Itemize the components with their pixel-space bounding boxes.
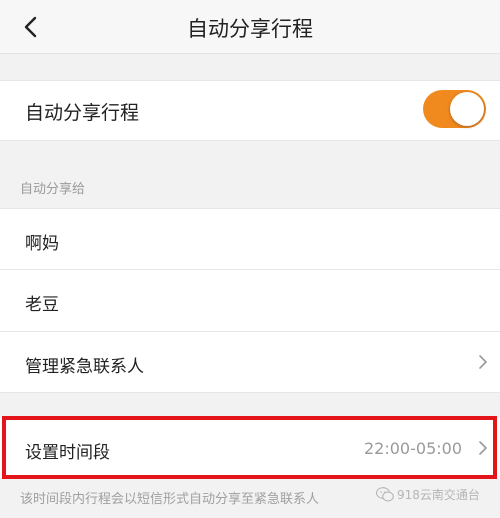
manage-contacts-label: 管理紧急联系人 — [25, 357, 144, 377]
divider — [0, 392, 500, 393]
contact-row[interactable]: 啊妈 — [0, 209, 500, 269]
divider — [0, 80, 500, 81]
highlight-box — [2, 416, 497, 479]
contact-row[interactable]: 老豆 — [0, 270, 500, 331]
chevron-right-icon — [479, 355, 487, 369]
footnote: 该时间段内行程会以短信形式自动分享至紧急联系人 — [20, 492, 320, 507]
divider — [0, 140, 500, 141]
auto-share-toggle[interactable] — [423, 90, 486, 128]
page-title: 自动分享行程 — [187, 17, 313, 41]
wechat-icon — [375, 487, 394, 502]
section-title: 自动分享给 — [20, 182, 86, 197]
watermark: 918云南交通台 — [375, 486, 480, 503]
manage-contacts-row[interactable]: 管理紧急联系人 — [0, 332, 500, 392]
toggle-knob[interactable] — [450, 92, 484, 126]
auto-share-label: 自动分享行程 — [25, 102, 140, 124]
nav-bar: 自动分享行程 — [0, 0, 500, 54]
watermark-text: 918云南交通台 — [397, 488, 480, 502]
contact-name: 老豆 — [25, 295, 59, 315]
contact-name: 啊妈 — [25, 234, 59, 254]
